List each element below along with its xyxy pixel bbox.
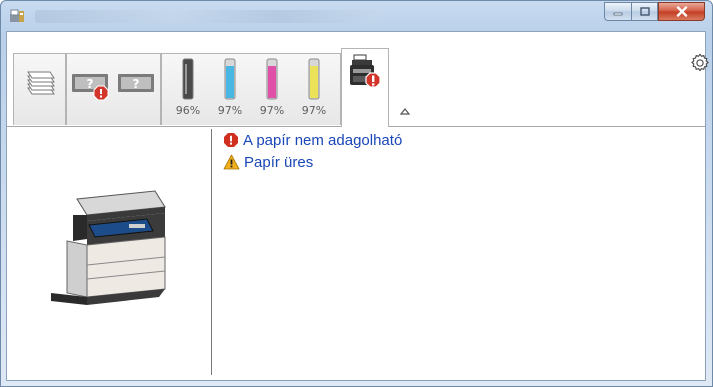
toner-magenta: 97% — [256, 58, 288, 120]
device-error-icon — [350, 54, 381, 88]
error-badge-icon — [93, 85, 109, 101]
toner-yellow-percent: 97% — [301, 104, 327, 117]
printer-status-window: ? ? 96% 97% 97% 97% A papír nem adagolha… — [0, 0, 713, 387]
svg-text:?: ? — [133, 77, 140, 91]
paper-tray-2-question-icon: ? — [118, 74, 154, 92]
status-toolbar: ? ? 96% 97% 97% 97% — [7, 32, 709, 127]
toner-yellow-icon — [308, 58, 320, 100]
toner-magenta-icon — [266, 58, 278, 100]
status-message-list: A papír nem adagolható Papír üres — [223, 129, 402, 173]
gear-icon[interactable] — [689, 52, 711, 74]
status-message-warning-text[interactable]: Papír üres — [244, 154, 313, 171]
window-title — [35, 10, 383, 23]
maximize-button[interactable] — [631, 2, 658, 21]
toner-cyan-icon — [224, 58, 236, 100]
paper-stack-icon — [27, 71, 55, 95]
tab-device[interactable] — [341, 48, 389, 127]
content-panel: ? ? 96% 97% 97% 97% A papír nem adagolha… — [6, 31, 709, 381]
status-message-error-text[interactable]: A papír nem adagolható — [243, 132, 402, 149]
close-button[interactable] — [658, 2, 705, 21]
multifunction-printer-icon — [51, 190, 166, 305]
tab-paper-trays[interactable]: ? ? — [66, 53, 161, 125]
error-icon — [224, 133, 238, 147]
toner-black: 96% — [172, 58, 204, 120]
pane-divider — [211, 129, 212, 375]
close-icon — [676, 6, 687, 17]
toner-black-percent: 96% — [175, 104, 201, 117]
status-message-error[interactable]: A papír nem adagolható — [223, 129, 402, 151]
toner-cyan-percent: 97% — [217, 104, 243, 117]
device-image-pane — [7, 127, 212, 380]
toner-cyan: 97% — [214, 58, 246, 120]
chevron-up-icon[interactable] — [399, 107, 411, 115]
toner-yellow: 97% — [298, 58, 330, 120]
minimize-button[interactable] — [604, 2, 631, 21]
printer-app-icon — [10, 9, 24, 22]
window-bottom-frame — [1, 381, 712, 386]
tab-toner[interactable]: 96% 97% 97% 97% — [161, 53, 341, 125]
title-bar[interactable] — [1, 1, 712, 31]
toner-black-icon — [182, 58, 194, 100]
tab-paper[interactable] — [13, 53, 66, 125]
toner-magenta-percent: 97% — [259, 104, 285, 117]
status-message-warning[interactable]: Papír üres — [223, 151, 402, 173]
maximize-icon — [639, 7, 650, 16]
minimize-icon — [613, 12, 623, 15]
warning-icon — [223, 154, 240, 170]
